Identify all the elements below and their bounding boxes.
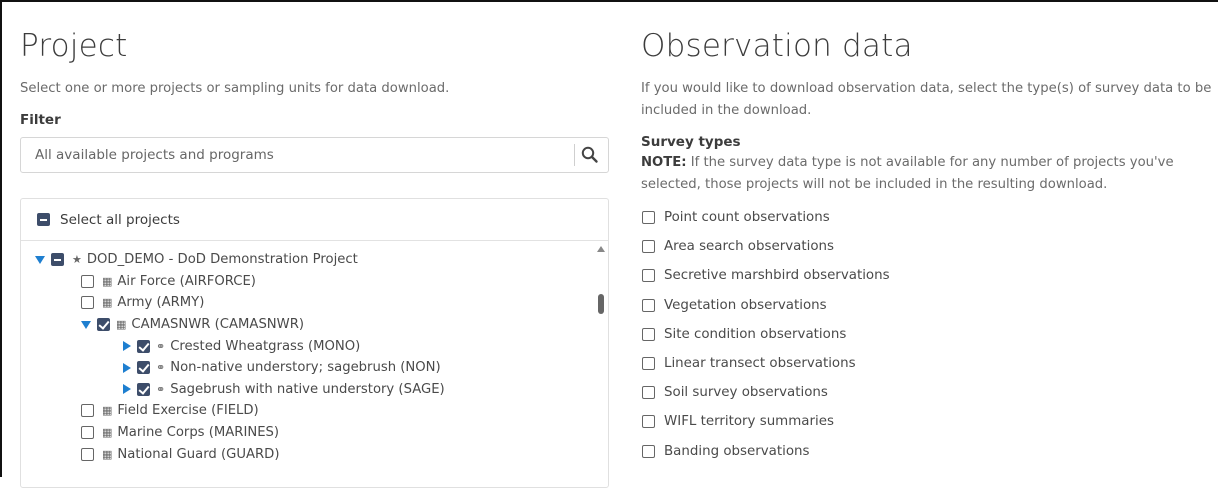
tree-row[interactable]: ▦ Air Force (AIRFORCE) [21,271,608,293]
link-icon: ⚭ [156,382,166,396]
survey-type-label: WIFL territory summaries [664,414,834,430]
project-tree: ★ DOD_DEMO - DoD Demonstration Project ▦ Ai… [21,241,608,465]
tree-row[interactable]: ⚭ Non-native understory; sagebrush (NON) [21,357,608,379]
filter-input[interactable] [33,146,567,164]
tree-row-label: Non-native understory; sagebrush (NON) [170,360,441,376]
tree-row[interactable]: ⚭ Crested Wheatgrass (MONO) [21,335,608,357]
tree-row[interactable]: ▦ Field Exercise (FIELD) [21,400,608,422]
caret-right-icon[interactable] [123,362,131,373]
survey-type-label: Soil survey observations [664,385,828,401]
tree-row-label: National Guard (GUARD) [117,446,280,462]
grid-icon: ▦ [102,447,113,461]
survey-type-checkbox[interactable] [642,357,655,371]
survey-type-option[interactable]: Banding observations [641,437,1216,466]
tree-row-label: CAMASNWR (CAMASNWR) [131,317,305,333]
link-icon: ⚭ [156,361,166,375]
search-divider [574,144,575,166]
observation-intro: If you would like to download observatio… [641,81,1212,118]
tree-row-label: Marine Corps (MARINES) [117,425,280,441]
scroll-thumb[interactable] [598,294,604,314]
survey-type-checkbox[interactable] [642,327,655,341]
tree-row[interactable]: ▦ National Guard (GUARD) [21,443,608,465]
tree-checkbox[interactable] [81,296,94,310]
survey-type-option[interactable]: Area search observations [641,232,1216,261]
survey-type-checkbox[interactable] [642,240,655,254]
survey-type-label: Secretive marshbird observations [664,268,890,284]
note-text: If the survey data type is not available… [641,155,1174,192]
survey-type-option[interactable]: Soil survey observations [641,378,1216,407]
tree-scrollbar[interactable] [594,242,608,487]
tree-row-label: Crested Wheatgrass (MONO) [170,338,361,354]
filter-search-box [20,137,609,173]
survey-type-option[interactable]: WIFL territory summaries [641,407,1216,436]
grid-icon: ▦ [102,426,113,440]
tree-row-label: Army (ARMY) [117,295,205,311]
tree-checkbox[interactable] [137,339,150,353]
survey-type-option[interactable]: Vegetation observations [641,291,1216,320]
survey-type-option[interactable]: Secretive marshbird observations [641,261,1216,290]
survey-type-label: Site condition observations [664,326,847,342]
survey-type-checkbox[interactable] [642,386,655,400]
search-icon[interactable] [580,145,600,165]
tree-checkbox[interactable] [137,382,150,396]
grid-icon: ▦ [102,274,113,288]
tree-row[interactable]: ▦ CAMASNWR (CAMASNWR) [21,314,608,336]
survey-type-checkbox[interactable] [642,298,655,312]
observation-section: Observation data If you would like to do… [641,28,1216,466]
survey-type-checkbox[interactable] [642,211,655,225]
survey-type-label: Point count observations [664,210,830,226]
scroll-up-arrow-icon[interactable] [597,246,605,252]
select-all-projects[interactable]: Select all projects [21,199,608,241]
project-tree-panel: Select all projects ★ DOD_DEMO - DoD Demo… [20,198,609,488]
grid-icon: ▦ [102,296,113,310]
project-intro: Select one or more projects or sampling … [20,81,450,96]
tree-row[interactable]: ▦ Marine Corps (MARINES) [21,422,608,444]
tree-row-label: Field Exercise (FIELD) [117,403,259,419]
tree-checkbox[interactable] [81,426,94,440]
grid-icon: ▦ [116,318,127,332]
grid-icon: ▦ [102,404,113,418]
tree-row-label: Sagebrush with native understory (SAGE) [170,381,445,397]
caret-down-icon[interactable] [81,320,91,329]
tree-checkbox[interactable] [51,253,64,267]
caret-right-icon[interactable] [123,384,131,395]
select-all-label: Select all projects [60,211,180,228]
survey-type-option[interactable]: Point count observations [641,203,1216,232]
survey-type-label: Area search observations [664,239,834,255]
survey-type-label: Linear transect observations [664,356,856,372]
survey-type-option[interactable]: Site condition observations [641,320,1216,349]
survey-type-label: Vegetation observations [664,297,827,313]
survey-type-checkbox[interactable] [642,444,655,458]
tree-row-label: DOD_DEMO - DoD Demonstration Project [86,252,358,268]
tree-row-label: Air Force (AIRFORCE) [117,273,256,289]
observation-title: Observation data [641,28,913,64]
survey-type-label: Banding observations [664,443,810,459]
caret-right-icon[interactable] [123,341,131,352]
survey-type-option[interactable]: Linear transect observations [641,349,1216,378]
tree-row[interactable]: ⚭ Sagebrush with native understory (SAGE) [21,379,608,401]
project-title: Project [20,28,128,64]
tree-checkbox[interactable] [81,447,94,461]
select-all-checkbox[interactable] [37,213,50,226]
tree-row[interactable]: ★ DOD_DEMO - DoD Demonstration Project [21,249,608,271]
survey-type-checkbox[interactable] [642,415,655,429]
tree-checkbox[interactable] [97,318,110,332]
caret-down-icon[interactable] [35,255,45,264]
survey-type-list: Point count observations Area search obse… [641,203,1216,466]
tree-checkbox[interactable] [81,274,94,288]
star-icon: ★ [72,253,82,267]
project-section: Project Select one or more projects or s… [20,28,610,488]
tree-checkbox[interactable] [137,361,150,375]
note-prefix: NOTE: [641,155,687,170]
survey-types-label: Survey types [641,134,741,150]
filter-label: Filter [20,112,61,128]
survey-type-checkbox[interactable] [642,269,655,283]
link-icon: ⚭ [156,339,166,353]
tree-row[interactable]: ▦ Army (ARMY) [21,292,608,314]
survey-note: NOTE: If the survey data type is not ava… [641,152,1201,196]
tree-checkbox[interactable] [81,404,94,418]
